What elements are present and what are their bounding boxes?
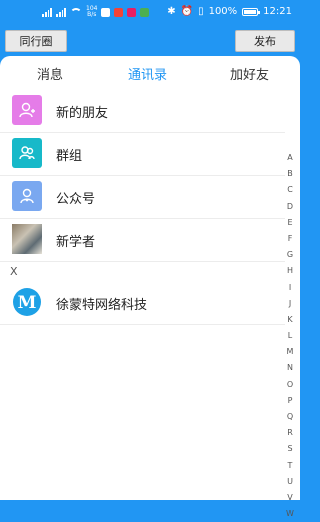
alphabet-letter[interactable]: E <box>282 215 298 231</box>
app-header: 同行圈 发布 <box>0 26 300 60</box>
tab-add-friend[interactable]: 加好友 <box>230 64 269 83</box>
alphabet-letter[interactable]: G <box>282 247 298 263</box>
battery-percent: 100% <box>208 6 238 17</box>
company-logo-icon: M <box>12 287 42 317</box>
alphabet-letter[interactable]: V <box>282 490 298 506</box>
tab-messages[interactable]: 消息 <box>37 64 63 83</box>
section-header: X <box>10 265 18 278</box>
list-item-new-scholar[interactable]: 新学者 <box>0 219 285 262</box>
alphabet-letter[interactable]: D <box>282 199 298 215</box>
list-item-label: 新学者 <box>56 235 96 250</box>
scholar-thumbnail-icon <box>12 224 42 254</box>
status-bar: 104 B/s ✱ ⏰ ▯ 100% 12:21 <box>0 0 300 26</box>
usb-icon <box>101 7 111 17</box>
signal-icon-2 <box>56 7 66 17</box>
alphabet-letter[interactable]: F <box>282 231 298 247</box>
alphabet-letter[interactable]: M <box>282 344 298 360</box>
alphabet-letter[interactable]: H <box>282 263 298 279</box>
alphabet-letter[interactable]: P <box>282 393 298 409</box>
alphabet-letter[interactable]: N <box>282 360 298 376</box>
notification-icon-2 <box>127 7 137 17</box>
alphabet-letter[interactable]: J <box>282 296 298 312</box>
alphabet-letter[interactable]: K <box>282 312 298 328</box>
list-item-groups[interactable]: 群组 <box>0 133 285 176</box>
alphabet-letter[interactable]: B <box>282 166 298 182</box>
tab-contacts[interactable]: 通讯录 <box>128 64 167 83</box>
notification-icon <box>114 7 124 17</box>
network-speed: 104 B/s <box>86 5 98 18</box>
list-item-label: 公众号 <box>56 192 96 207</box>
circle-button[interactable]: 同行圈 <box>5 30 67 52</box>
alphabet-letter[interactable]: U <box>282 474 298 490</box>
status-right: ✱ ⏰ ▯ 100% 12:21 <box>167 6 292 17</box>
alphabet-letter[interactable]: A <box>282 150 298 166</box>
alphabet-letter[interactable]: W <box>282 506 298 522</box>
alphabet-letter[interactable]: O <box>282 377 298 393</box>
add-friend-icon <box>12 95 42 125</box>
bluetooth-icon: ✱ <box>167 6 176 17</box>
public-account-icon <box>12 181 42 211</box>
battery-icon <box>242 7 261 16</box>
svg-text:M: M <box>18 293 37 313</box>
list-item-label: 群组 <box>56 149 83 164</box>
list-item-label: 徐蒙特网络科技 <box>56 298 148 313</box>
tab-bar: 消息 通讯录 加好友 <box>0 56 300 90</box>
alphabet-letter[interactable]: C <box>282 182 298 198</box>
vibrate-icon: ▯ <box>198 6 204 17</box>
alphabet-letter[interactable]: R <box>282 425 298 441</box>
content-sheet: 消息 通讯录 加好友 新的朋友 群组 公众号 新学者 X M 徐蒙特网络科技 A… <box>0 56 300 518</box>
alphabet-index[interactable]: ABCDEFGHIJKLMNOPQRSTUVW <box>282 150 298 522</box>
alphabet-letter[interactable]: Q <box>282 409 298 425</box>
group-icon <box>12 138 42 168</box>
list-item-public-accounts[interactable]: 公众号 <box>0 176 285 219</box>
signal-icon <box>42 7 52 17</box>
publish-button[interactable]: 发布 <box>235 30 295 52</box>
contact-list: 新的朋友 群组 公众号 新学者 X M 徐蒙特网络科技 <box>0 90 285 325</box>
list-item-new-friends[interactable]: 新的朋友 <box>0 90 285 133</box>
alarm-icon: ⏰ <box>180 6 194 17</box>
notification-icon-3 <box>140 7 150 17</box>
list-item-label: 新的朋友 <box>56 106 109 121</box>
alphabet-letter[interactable]: T <box>282 458 298 474</box>
alphabet-letter[interactable]: S <box>282 441 298 457</box>
list-item-contact[interactable]: M 徐蒙特网络科技 <box>0 282 285 325</box>
wifi-icon <box>70 7 82 17</box>
status-left: 104 B/s <box>42 5 150 18</box>
alphabet-letter[interactable]: I <box>282 280 298 296</box>
clock: 12:21 <box>263 6 292 17</box>
alphabet-letter[interactable]: L <box>282 328 298 344</box>
